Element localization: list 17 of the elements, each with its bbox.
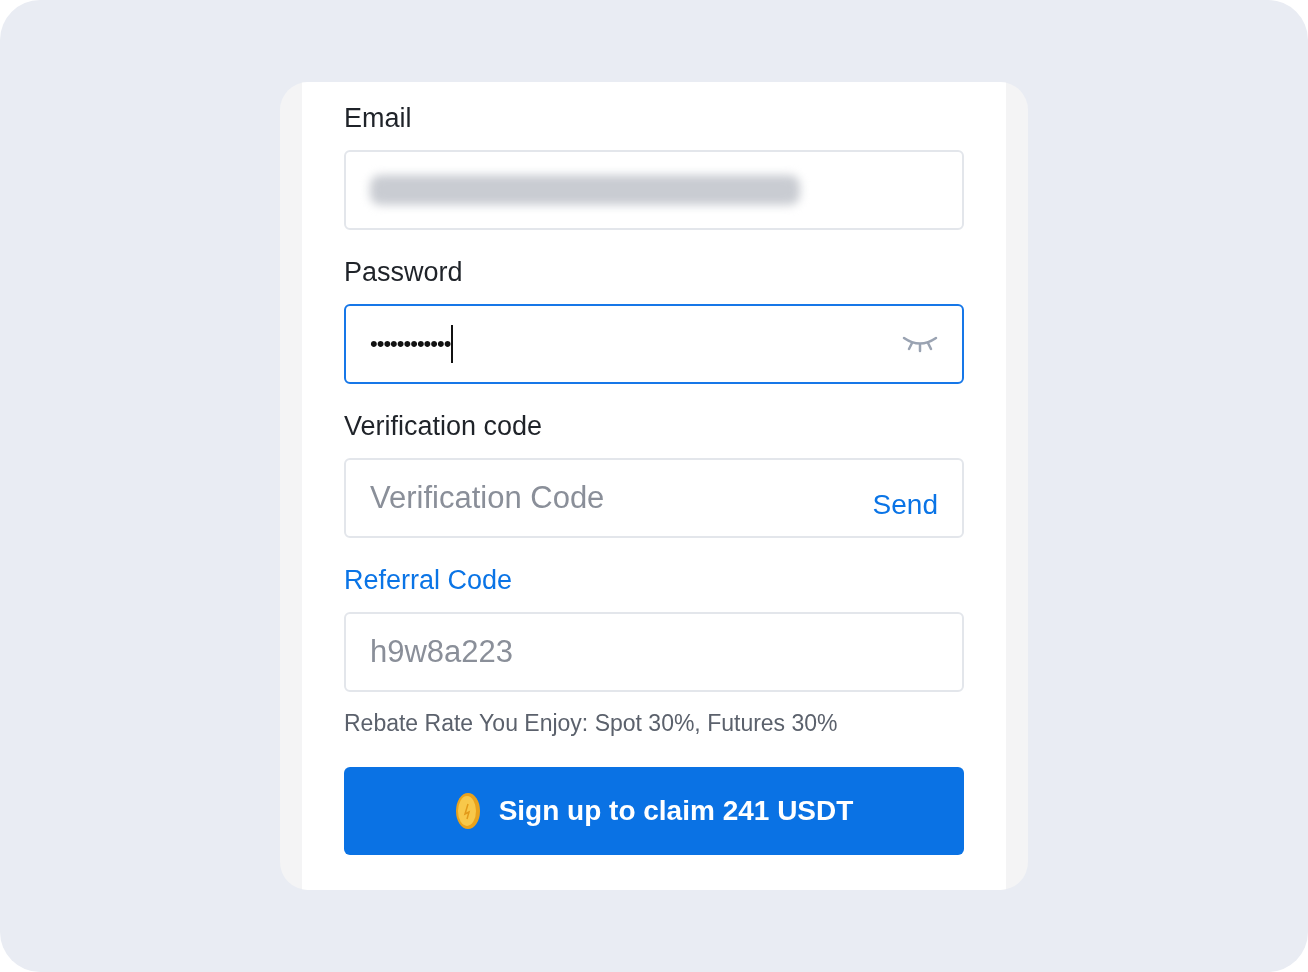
signup-button[interactable]: Sign up to claim 241 USDT xyxy=(344,767,964,855)
input-field[interactable]: •••••••••••• xyxy=(344,304,964,384)
coin-icon xyxy=(454,792,481,830)
input-field[interactable] xyxy=(344,150,964,230)
field-label: Email xyxy=(344,102,413,134)
field-label: Password xyxy=(344,256,464,288)
text-cursor xyxy=(451,325,454,363)
referral-code-link[interactable]: Referral Code xyxy=(344,564,964,596)
field-label: Verification code xyxy=(344,410,544,442)
placeholder-text: Verification Code xyxy=(370,480,605,516)
rebate-note: Rebate Rate You Enjoy: Spot 30%, Futures 30% xyxy=(344,710,839,737)
eye-closed-icon[interactable] xyxy=(902,335,938,353)
password-dots: •••••••••••• xyxy=(370,331,451,357)
send-button[interactable]: Send xyxy=(872,489,938,521)
field-value: h9w8a223 xyxy=(370,634,514,670)
input-field[interactable]: h9w8a223 xyxy=(344,612,964,692)
input-field[interactable]: Verification Code Send xyxy=(344,458,964,538)
